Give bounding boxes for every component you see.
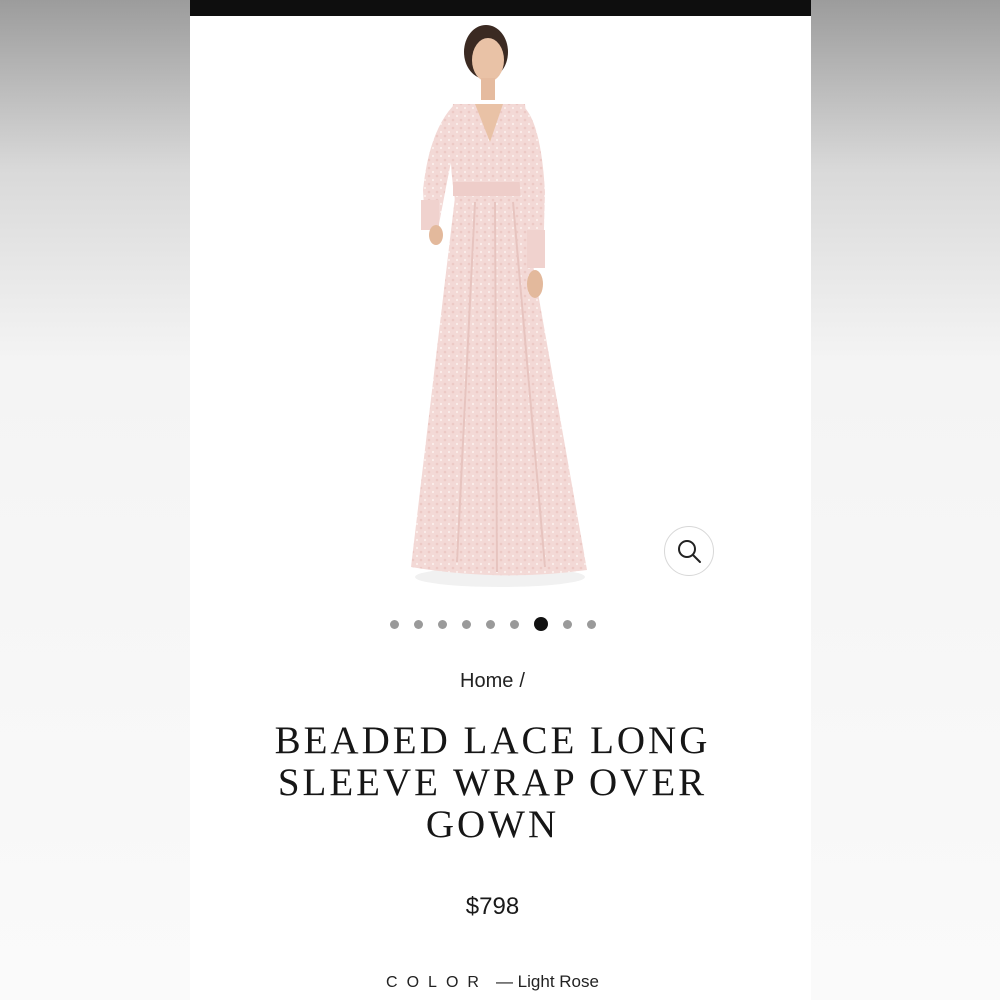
breadcrumb: Home / [190, 670, 795, 693]
gallery-dot-3[interactable] [437, 619, 447, 629]
gallery-dot-7[interactable] [533, 617, 548, 631]
gown-photo-icon [411, 25, 587, 587]
product-page: Home / BEADED LACE LONG SLEEVE WRAP OVER … [190, 0, 811, 1000]
gallery-dot-9[interactable] [586, 619, 596, 629]
breadcrumb-home-link[interactable]: Home [460, 670, 513, 692]
gallery-dot-8[interactable] [562, 619, 572, 629]
zoom-button[interactable] [664, 526, 714, 576]
gallery-dot-5[interactable] [485, 619, 495, 629]
color-label: COLOR [386, 974, 488, 991]
product-price: $798 [465, 893, 520, 920]
color-value: — Light Rose [495, 972, 599, 991]
product-title: BEADED LACE LONG SLEEVE WRAP OVER GOWN [274, 719, 711, 846]
gallery-dot-1[interactable] [389, 619, 399, 629]
gallery-dot-6[interactable] [509, 619, 519, 629]
status-bar [190, 0, 811, 16]
search-icon [678, 540, 701, 563]
breadcrumb-separator: / [519, 670, 525, 692]
product-photo[interactable] [395, 22, 605, 592]
color-selector: COLOR — Light Rose [190, 972, 795, 992]
gallery-dot-2[interactable] [413, 619, 423, 629]
gallery-dot-4[interactable] [461, 619, 471, 629]
gallery-pagination [190, 617, 795, 631]
